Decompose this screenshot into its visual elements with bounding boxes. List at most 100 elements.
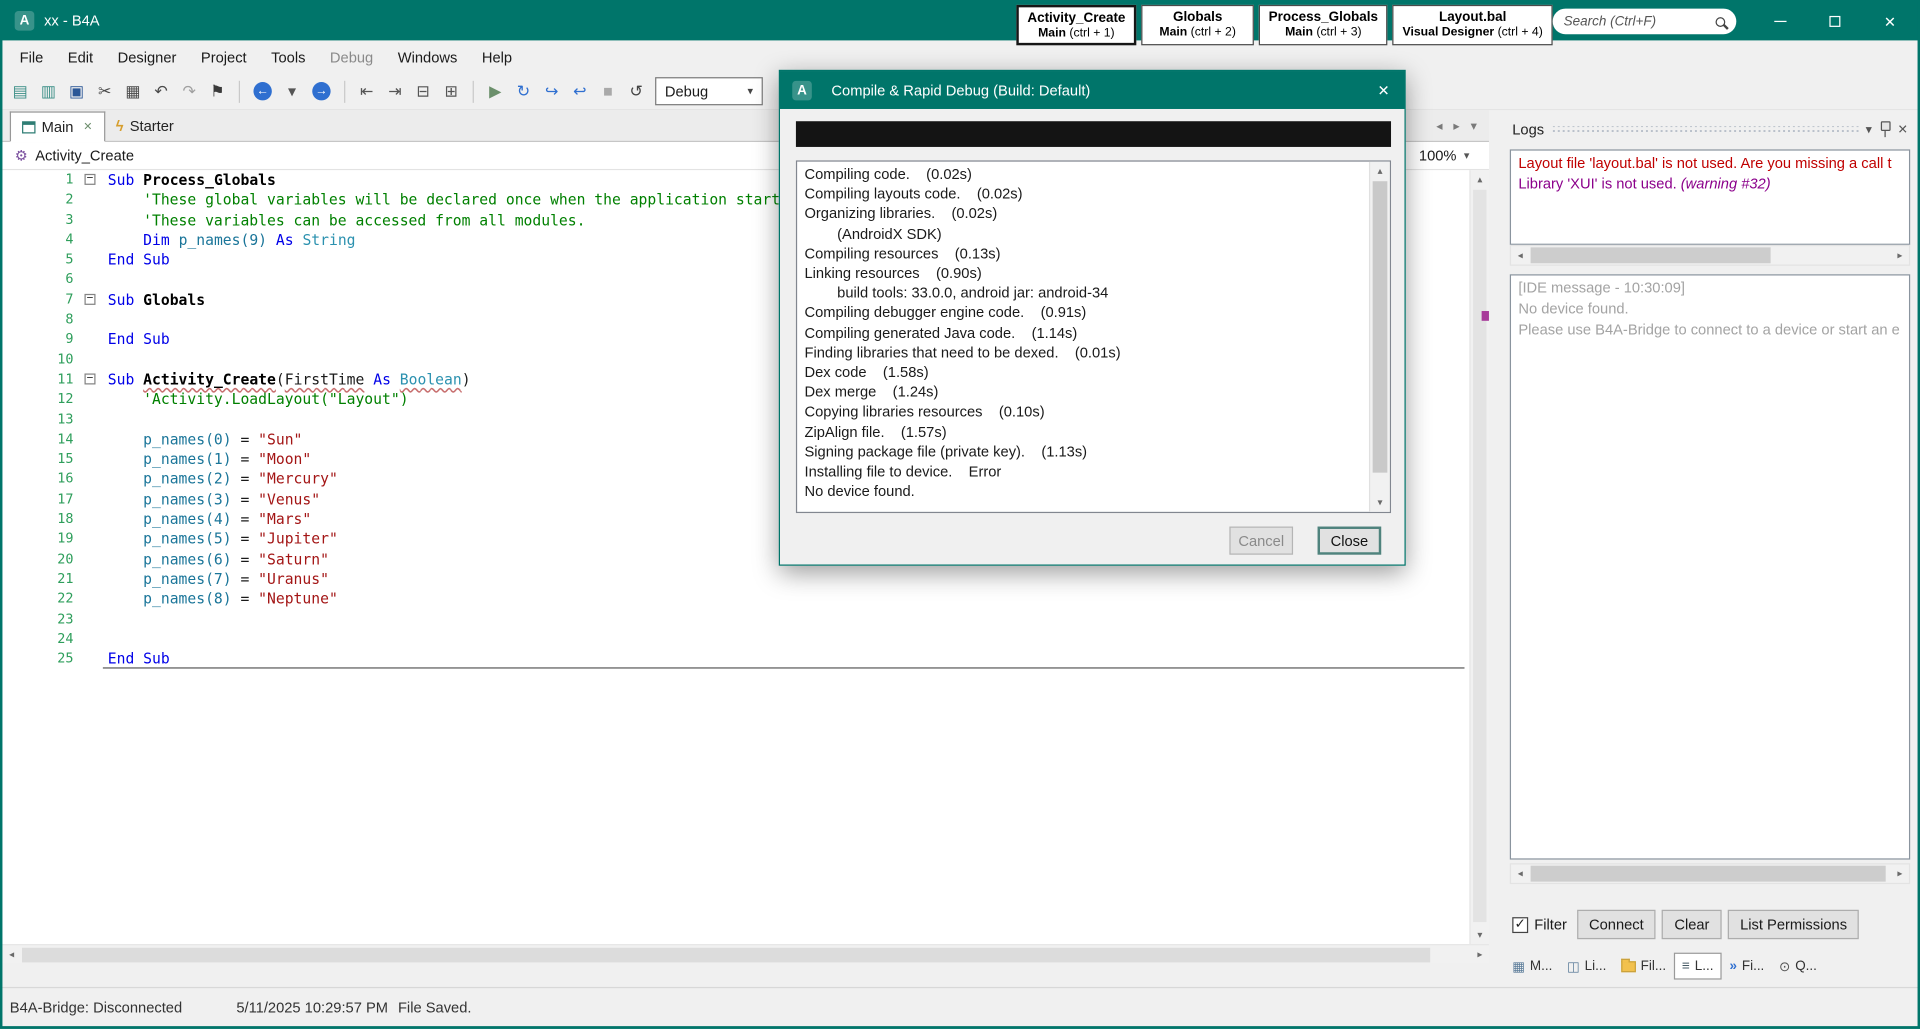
indent-icon[interactable]: ⇥ [382, 78, 408, 104]
scroll-down-icon[interactable]: ▾ [1471, 926, 1489, 944]
panel-splitter[interactable] [1488, 110, 1503, 987]
line-number: 25 [57, 650, 74, 667]
code-line-25[interactable]: 25 End Sub [2, 649, 1469, 670]
step-over-icon[interactable]: ↻ [511, 78, 537, 104]
new-module-icon[interactable]: ▥ [36, 78, 62, 104]
fold-toggle-icon[interactable]: − [84, 373, 96, 385]
scroll-tabs-right-icon[interactable]: ▸ [1453, 120, 1459, 133]
panel-tab-libraries[interactable]: ◫ Li... [1560, 953, 1614, 979]
cut-icon[interactable]: ✂ [92, 78, 118, 104]
scrollbar-thumb[interactable] [22, 947, 1431, 963]
tab-list-icon[interactable]: ▾ [1471, 120, 1477, 133]
panel-tab-find-all-references[interactable]: » Fi... [1722, 954, 1772, 978]
navigate-history-icon[interactable]: ▾ [279, 78, 305, 104]
chevron-down-icon: ▾ [747, 84, 754, 97]
build-log-scrollbar[interactable]: ▴ ▾ [1368, 161, 1390, 512]
run-icon[interactable]: ▶ [482, 78, 508, 104]
menu-project[interactable]: Project [189, 42, 259, 71]
minimize-button[interactable] [1752, 2, 1807, 40]
panel-tab-logs[interactable]: ≡ L... [1673, 952, 1723, 980]
messages-scrollbar[interactable]: ◂ ▸ [1509, 863, 1911, 885]
outdent-icon[interactable]: ⇤ [354, 78, 380, 104]
close-panel-icon[interactable]: ✕ [1897, 123, 1907, 136]
scroll-right-icon[interactable]: ▸ [1891, 864, 1909, 882]
cancel-button[interactable]: Cancel [1229, 526, 1294, 555]
scroll-right-icon[interactable]: ▸ [1891, 246, 1909, 264]
close-tab-icon[interactable]: ✕ [83, 120, 92, 133]
code-line-21[interactable]: 21 p_names(7) = "Uranus" [2, 569, 1469, 589]
scroll-right-icon[interactable]: ▸ [1471, 945, 1489, 963]
quick-tab-process-globals[interactable]: Process_Globals Main (ctrl + 3) [1258, 4, 1388, 46]
zoom-select[interactable]: 100% ▾ [1402, 142, 1489, 169]
list-permissions-button[interactable]: List Permissions [1727, 909, 1860, 940]
editor-horizontal-scrollbar[interactable]: ◂ ▸ [2, 944, 1489, 964]
scroll-tabs-left-icon[interactable]: ◂ [1436, 120, 1442, 133]
close-button[interactable]: ✕ [1862, 2, 1917, 40]
scroll-left-icon[interactable]: ◂ [1511, 246, 1529, 264]
warnings-scrollbar[interactable]: ◂ ▸ [1509, 244, 1911, 266]
scroll-left-icon[interactable]: ◂ [2, 945, 20, 963]
restart-icon[interactable]: ↺ [623, 78, 649, 104]
menu-designer[interactable]: Designer [105, 42, 188, 71]
scrollbar-thumb[interactable] [1530, 247, 1771, 264]
maximize-button[interactable] [1807, 2, 1862, 40]
fold-toggle-icon[interactable]: − [84, 173, 96, 185]
step-out-icon[interactable]: ↩ [567, 78, 593, 104]
menu-edit[interactable]: Edit [56, 42, 106, 71]
close-button[interactable]: Close [1317, 526, 1382, 555]
fold-toggle-icon[interactable]: − [84, 293, 96, 305]
scrollbar-thumb[interactable] [1473, 189, 1487, 923]
scrollbar-thumb[interactable] [1530, 865, 1886, 882]
menu-help[interactable]: Help [470, 42, 525, 71]
bookmark-icon[interactable]: ⚑ [204, 78, 230, 104]
build-log[interactable]: Compiling code. (0.02s) Compiling layouts… [795, 160, 1392, 514]
quick-tab-layout-bal[interactable]: Layout.bal Visual Designer (ctrl + 4) [1392, 4, 1553, 46]
connect-button[interactable]: Connect [1576, 909, 1656, 940]
navigate-back-icon[interactable]: ← [253, 82, 272, 101]
redo-icon[interactable]: ↷ [176, 78, 202, 104]
stop-icon[interactable]: ■ [595, 78, 621, 104]
panel-tab-quick-search[interactable]: ⊙ Q... [1772, 953, 1825, 979]
scroll-down-icon[interactable]: ▾ [1370, 493, 1390, 511]
panel-tab-modules[interactable]: ▦ M... [1505, 953, 1560, 979]
menu-debug[interactable]: Debug [318, 42, 386, 71]
editor-vertical-scrollbar[interactable]: ▴ ▾ [1469, 170, 1489, 945]
menu-file[interactable]: File [7, 42, 55, 71]
uncomment-icon[interactable]: ⊞ [438, 78, 464, 104]
doc-tab-main[interactable]: Main ✕ [9, 111, 105, 143]
navigate-forward-icon[interactable]: → [312, 82, 331, 101]
menu-windows[interactable]: Windows [385, 42, 469, 71]
menu-tools[interactable]: Tools [259, 42, 318, 71]
code-line-24[interactable]: 24 [2, 629, 1469, 649]
comment-icon[interactable]: ⊟ [410, 78, 436, 104]
build-config-select[interactable]: Debug ▾ [655, 77, 763, 106]
code-line-22[interactable]: 22 p_names(8) = "Neptune" [2, 589, 1469, 609]
undo-icon[interactable]: ↶ [148, 78, 174, 104]
scroll-left-icon[interactable]: ◂ [1511, 864, 1529, 882]
dialog-close-button[interactable]: ✕ [1363, 71, 1405, 109]
log-warnings[interactable]: Layout file 'layout.bal' is not used. Ar… [1509, 149, 1911, 245]
chevron-down-icon: ▾ [1463, 148, 1470, 162]
clear-button[interactable]: Clear [1662, 909, 1722, 940]
fold-column [81, 390, 103, 410]
paste-icon[interactable]: ▤ [7, 78, 33, 104]
build-log-line: Dex code (1.58s) [804, 363, 929, 381]
code-line-23[interactable]: 23 [2, 609, 1469, 629]
save-icon[interactable]: ▣ [64, 78, 90, 104]
filter-checkbox[interactable]: ✓ [1512, 916, 1529, 933]
log-messages[interactable]: [IDE message - 10:30:09] No device found.… [1509, 274, 1911, 860]
copy-icon[interactable]: ▦ [120, 78, 146, 104]
quick-tab-activity-create[interactable]: Activity_Create Main (ctrl + 1) [1016, 4, 1137, 46]
scroll-up-icon[interactable]: ▴ [1370, 162, 1390, 180]
pin-icon[interactable] [1879, 121, 1891, 138]
doc-tab-starter[interactable]: ϟ Starter [105, 111, 185, 140]
chevron-down-icon[interactable]: ▾ [1866, 123, 1872, 136]
scrollbar-thumb[interactable] [1372, 181, 1388, 473]
b4a-ide-window: A xx - B4A Activity_Create Main (ctrl + 1… [0, 0, 1920, 1029]
fold-column [81, 310, 103, 330]
panel-tab-files[interactable]: Fil... [1614, 954, 1674, 978]
quick-tab-globals[interactable]: Globals Main (ctrl + 2) [1141, 4, 1254, 46]
search-input[interactable] [1563, 14, 1716, 29]
scroll-up-icon[interactable]: ▴ [1471, 170, 1489, 188]
step-into-icon[interactable]: ↪ [539, 78, 565, 104]
